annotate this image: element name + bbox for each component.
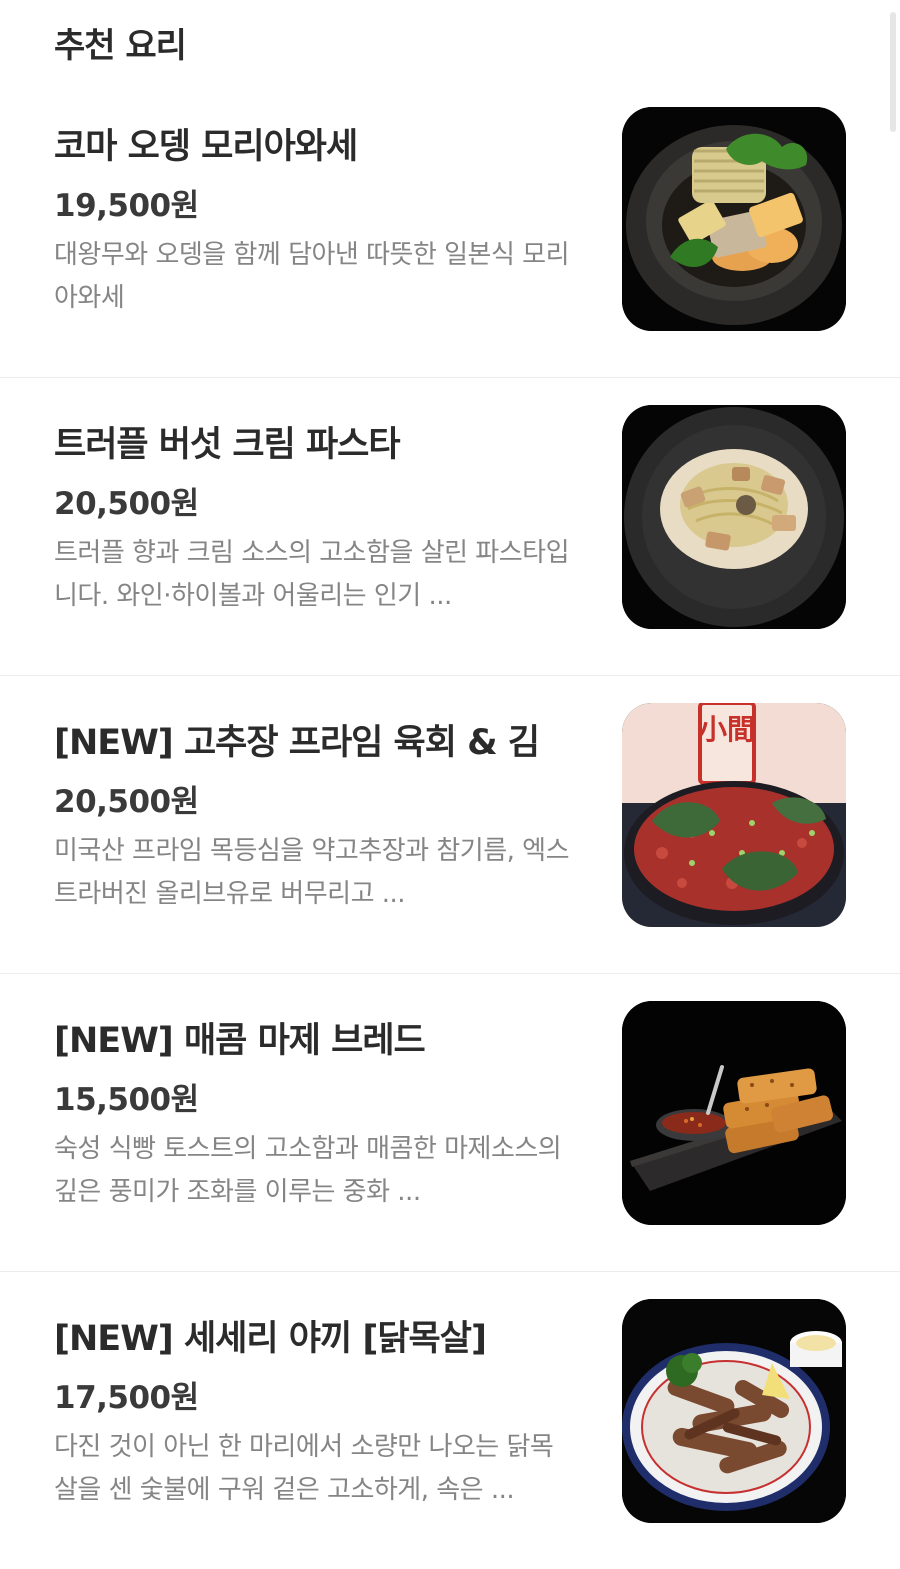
menu-item-image-seseri[interactable]	[622, 1299, 846, 1523]
yukhoe-photo: 小間	[622, 703, 846, 927]
menu-item-description: 숙성 식빵 토스트의 고소함과 매콤한 마제소스의 깊은 풍미가 조화를 이루는…	[54, 1134, 562, 1207]
menu-item[interactable]: 코마 오뎅 모리아와세 19,500원 대왕무와 오뎅을 함께 담아낸 따뜻한 …	[0, 80, 900, 378]
menu-item-price: 17,500원	[54, 1380, 199, 1416]
menu-item-description: 트러플 향과 크림 소스의 고소함을 살린 파스타입니다. 와인·하이볼과 어울…	[54, 538, 570, 611]
menu-item-name: [NEW] 매콤 마제 브레드	[54, 1021, 426, 1061]
sign-text: 小間	[699, 713, 755, 746]
menu-item-image-pasta[interactable]	[622, 405, 846, 629]
menu-item-name: 트러플 버섯 크림 파스타	[54, 425, 401, 465]
menu-item-description: 미국산 프라임 목등심을 약고추장과 참기름, 엑스트라버진 올리브유로 버무리…	[54, 836, 570, 909]
menu-item-price: 19,500원	[54, 188, 199, 224]
menu-item[interactable]: [NEW] 고추장 프라임 육회 & 김 20,500원 미국산 프라임 목등심…	[0, 676, 900, 974]
seseri-photo	[622, 1299, 846, 1523]
menu-item-image-yukhoe[interactable]: 小間	[622, 703, 846, 927]
menu-list: 코마 오뎅 모리아와세 19,500원 대왕무와 오뎅을 함께 담아낸 따뜻한 …	[0, 80, 900, 1569]
menu-item-price: 20,500원	[54, 784, 199, 820]
menu-item-image-bread[interactable]	[622, 1001, 846, 1225]
menu-item-description: 대왕무와 오뎅을 함께 담아낸 따뜻한 일본식 모리아와세	[54, 240, 570, 313]
bread-photo	[622, 1001, 846, 1225]
menu-item[interactable]: [NEW] 매콤 마제 브레드 15,500원 숙성 식빵 토스트의 고소함과 …	[0, 974, 900, 1272]
menu-item[interactable]: [NEW] 세세리 야끼 [닭목살] 17,500원 다진 것이 아닌 한 마리…	[0, 1272, 900, 1569]
pasta-photo	[622, 405, 846, 629]
menu-item-price: 20,500원	[54, 486, 199, 522]
menu-item-name: [NEW] 고추장 프라임 육회 & 김	[54, 723, 540, 763]
oden-photo	[622, 107, 846, 331]
menu-item-name: [NEW] 세세리 야끼 [닭목살]	[54, 1319, 487, 1359]
menu-item-image-oden[interactable]	[622, 107, 846, 331]
menu-item[interactable]: 트러플 버섯 크림 파스타 20,500원 트러플 향과 크림 소스의 고소함을…	[0, 378, 900, 676]
menu-item-description: 다진 것이 아닌 한 마리에서 소량만 나오는 닭목살을 센 숯불에 구워 겉은…	[54, 1432, 554, 1505]
menu-item-name: 코마 오뎅 모리아와세	[54, 127, 358, 167]
section-title: 추천 요리	[54, 26, 187, 66]
menu-item-price: 15,500원	[54, 1082, 199, 1118]
